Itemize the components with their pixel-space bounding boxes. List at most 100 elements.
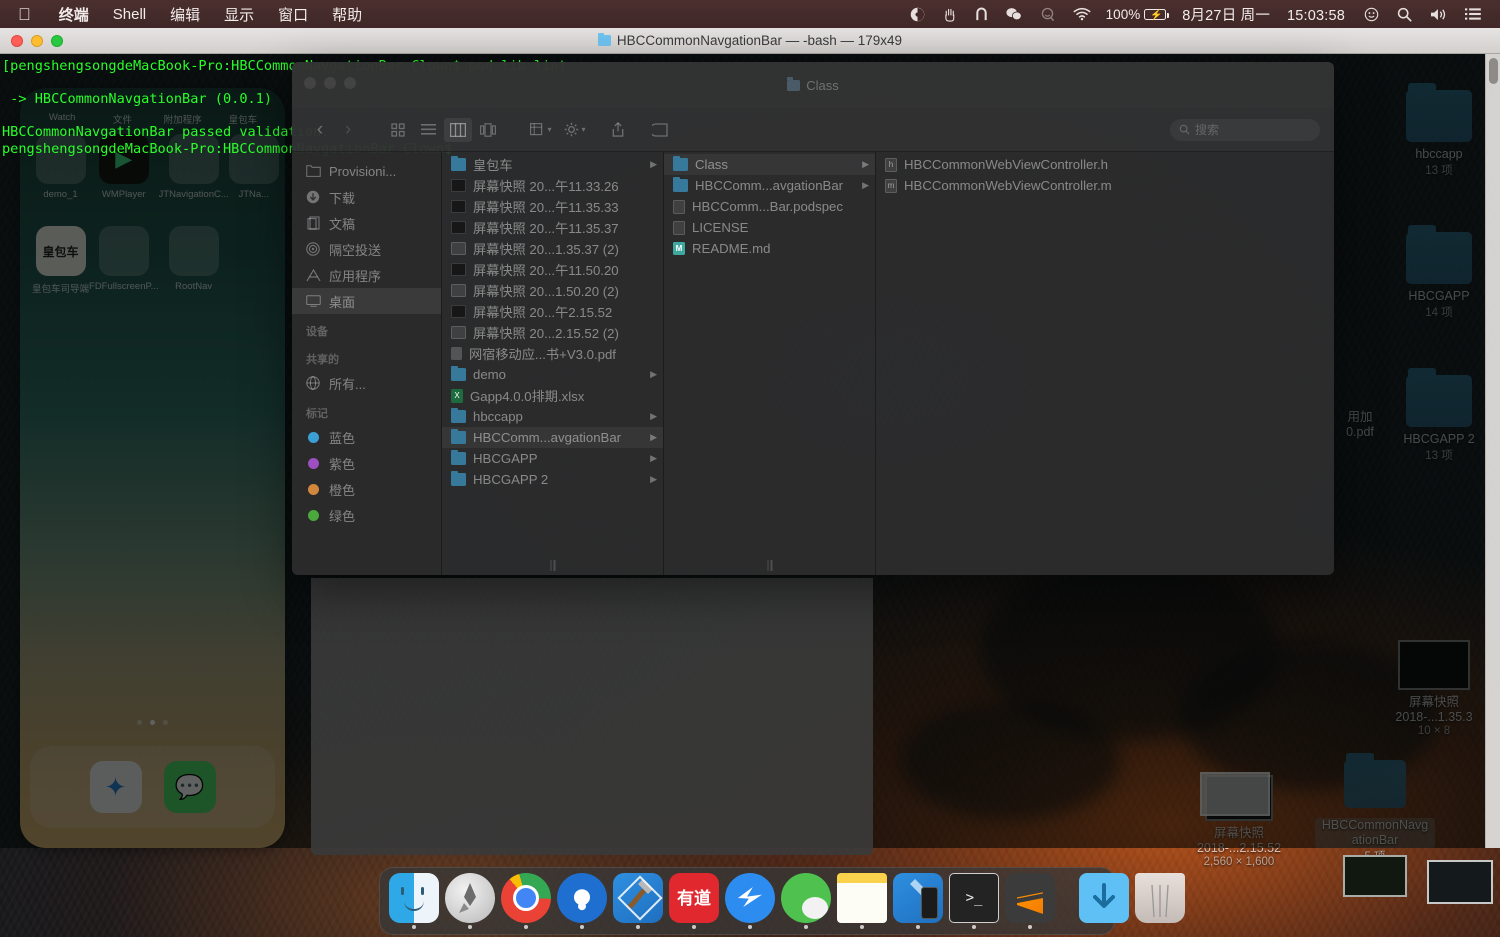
column-view-button[interactable]: [444, 117, 472, 142]
finder-window[interactable]: Class ‹ › ▾ ▾ 搜索 Provisioni... 下载 文稿 隔空投…: [292, 62, 1334, 575]
sidebar-item-airdrop[interactable]: 隔空投送: [292, 236, 441, 262]
background-window[interactable]: [311, 578, 873, 855]
file-row[interactable]: demo ▶: [442, 364, 663, 385]
file-row[interactable]: 网宿移动应...书+V3.0.pdf: [442, 343, 663, 364]
finder-window-controls[interactable]: [304, 77, 356, 89]
notification-center-icon[interactable]: [1456, 7, 1490, 21]
file-row[interactable]: HBCComm...avgationBar ▶: [442, 427, 663, 448]
file-row[interactable]: LICENSE: [664, 217, 875, 238]
close-button[interactable]: [304, 77, 316, 89]
file-row[interactable]: 屏幕快照 20...午11.35.37: [442, 217, 663, 238]
sidebar-item-documents[interactable]: 文稿: [292, 210, 441, 236]
menu-item-window[interactable]: 窗口: [266, 4, 320, 25]
sidebar-tag-purple[interactable]: 紫色: [292, 450, 441, 476]
file-row[interactable]: 屏幕快照 20...2.15.52 (2): [442, 322, 663, 343]
file-row[interactable]: 屏幕快照 20...1.35.37 (2): [442, 238, 663, 259]
siri-icon[interactable]: [1355, 7, 1388, 22]
file-row[interactable]: HBCComm...Bar.podspec: [664, 196, 875, 217]
search-field[interactable]: 搜索: [1170, 118, 1320, 141]
menu-bar[interactable]:  终端 Shell 编辑 显示 窗口 帮助 100% ⚡: [0, 0, 1500, 28]
file-row[interactable]: 皇包车 ▶: [442, 154, 663, 175]
wechat-icon[interactable]: [997, 7, 1031, 21]
dock-item-xcode[interactable]: [613, 873, 663, 929]
scrollbar-thumb[interactable]: [1489, 58, 1498, 84]
file-row[interactable]: M README.md: [664, 238, 875, 259]
search-icon[interactable]: [1388, 7, 1421, 22]
zoom-button[interactable]: [344, 77, 356, 89]
finder-titlebar[interactable]: Class: [292, 62, 1334, 108]
apple-menu-icon[interactable]: : [18, 6, 31, 23]
menu-item-view[interactable]: 显示: [212, 4, 266, 25]
shadowsocks-icon[interactable]: [901, 7, 934, 22]
dock-item-youdao[interactable]: 有道: [669, 873, 719, 929]
file-row[interactable]: 屏幕快照 20...1.50.20 (2): [442, 280, 663, 301]
hand-icon[interactable]: [934, 7, 966, 22]
column-resize-grip[interactable]: [548, 560, 557, 572]
file-row[interactable]: Class ▶: [664, 154, 875, 175]
sidebar-item-desktop[interactable]: 桌面: [292, 288, 441, 314]
menu-item-terminal[interactable]: 终端: [47, 4, 101, 25]
dock-item-launchpad[interactable]: [445, 873, 495, 929]
dock-item-terminal[interactable]: >_: [949, 873, 999, 929]
dock-item-chrome[interactable]: [501, 873, 551, 929]
menu-bar-clock[interactable]: 8月27日 周一 15:03:58: [1172, 4, 1355, 25]
list-view-button[interactable]: [414, 118, 442, 142]
finder-column-2[interactable]: Class ▶ HBCComm...avgationBar ▶ HBCComm...…: [664, 152, 876, 575]
tags-button[interactable]: [646, 118, 674, 142]
sidebar-item-provisioning[interactable]: Provisioni...: [292, 158, 441, 184]
finder-column-1[interactable]: 皇包车 ▶ 屏幕快照 20...午11.33.26 屏幕快照 20...午11.3…: [442, 152, 664, 575]
sidebar-tag-orange[interactable]: 橙色: [292, 476, 441, 502]
minimize-button[interactable]: [31, 34, 43, 47]
dock-item-downloads[interactable]: [1079, 873, 1129, 929]
arrange-button[interactable]: ▾: [524, 118, 558, 142]
finder-sidebar[interactable]: Provisioni... 下载 文稿 隔空投送 应用程序 桌面 设备 共享的 …: [292, 152, 442, 575]
file-row[interactable]: 屏幕快照 20...午11.50.20: [442, 259, 663, 280]
sidebar-tag-green[interactable]: 绿色: [292, 502, 441, 528]
file-row[interactable]: h HBCCommonWebViewController.h: [876, 154, 1300, 175]
column-resize-grip[interactable]: [765, 560, 774, 572]
volume-icon[interactable]: [1421, 7, 1456, 22]
icon-view-button[interactable]: [384, 118, 412, 142]
menu-bar-status-area[interactable]: 100% ⚡ 8月27日 周一 15:03:58: [901, 4, 1500, 25]
finder-column-3[interactable]: h HBCCommonWebViewController.h m HBCCommon…: [876, 152, 1300, 575]
desktop-icon-terminal-shot-2[interactable]: [1410, 860, 1500, 904]
dock-item-finder[interactable]: [389, 873, 439, 929]
sidebar-item-downloads[interactable]: 下载: [292, 184, 441, 210]
share-button[interactable]: [604, 118, 632, 142]
dock-item-simulator[interactable]: [893, 873, 943, 929]
file-row[interactable]: HBCComm...avgationBar ▶: [664, 175, 875, 196]
sidebar-item-applications[interactable]: 应用程序: [292, 262, 441, 288]
alfred-icon[interactable]: [1031, 7, 1064, 22]
menu-item-edit[interactable]: 编辑: [158, 4, 212, 25]
window-controls[interactable]: [0, 34, 63, 47]
sidebar-item-all-shared[interactable]: 所有...: [292, 370, 441, 396]
terminal-titlebar[interactable]: HBCCommonNavgationBar — -bash — 179x49: [0, 28, 1500, 54]
file-row[interactable]: HBCGAPP 2 ▶: [442, 469, 663, 490]
wifi-icon[interactable]: [1064, 7, 1100, 21]
menu-item-help[interactable]: 帮助: [320, 4, 374, 25]
forward-button[interactable]: ›: [334, 118, 362, 142]
terminal-scrollbar[interactable]: [1485, 54, 1500, 848]
file-row[interactable]: hbccapp ▶: [442, 406, 663, 427]
close-button[interactable]: [11, 34, 23, 47]
file-row[interactable]: 屏幕快照 20...午11.33.26: [442, 175, 663, 196]
dock-item-sublime[interactable]: [1005, 873, 1055, 929]
magnet-icon[interactable]: [966, 6, 997, 22]
zoom-button[interactable]: [51, 34, 63, 47]
menu-item-shell[interactable]: Shell: [101, 6, 158, 23]
dock-item-trash[interactable]: [1135, 873, 1185, 929]
dock-item-sourcetree[interactable]: [557, 873, 607, 929]
file-row[interactable]: m HBCCommonWebViewController.m: [876, 175, 1300, 196]
nav-buttons[interactable]: ‹ ›: [306, 118, 362, 142]
file-row[interactable]: 屏幕快照 20...午11.35.33: [442, 196, 663, 217]
battery-status[interactable]: 100% ⚡: [1100, 7, 1173, 22]
back-button[interactable]: ‹: [306, 118, 334, 142]
view-mode-group[interactable]: [384, 117, 502, 142]
dock[interactable]: 有道 >_: [379, 867, 1185, 935]
finder-toolbar[interactable]: ‹ › ▾ ▾ 搜索: [292, 108, 1334, 152]
file-row[interactable]: HBCGAPP ▶: [442, 448, 663, 469]
gallery-view-button[interactable]: [474, 118, 502, 142]
file-row[interactable]: 屏幕快照 20...午2.15.52: [442, 301, 663, 322]
action-button[interactable]: ▾: [558, 118, 592, 142]
dock-item-dingtalk[interactable]: [725, 873, 775, 929]
